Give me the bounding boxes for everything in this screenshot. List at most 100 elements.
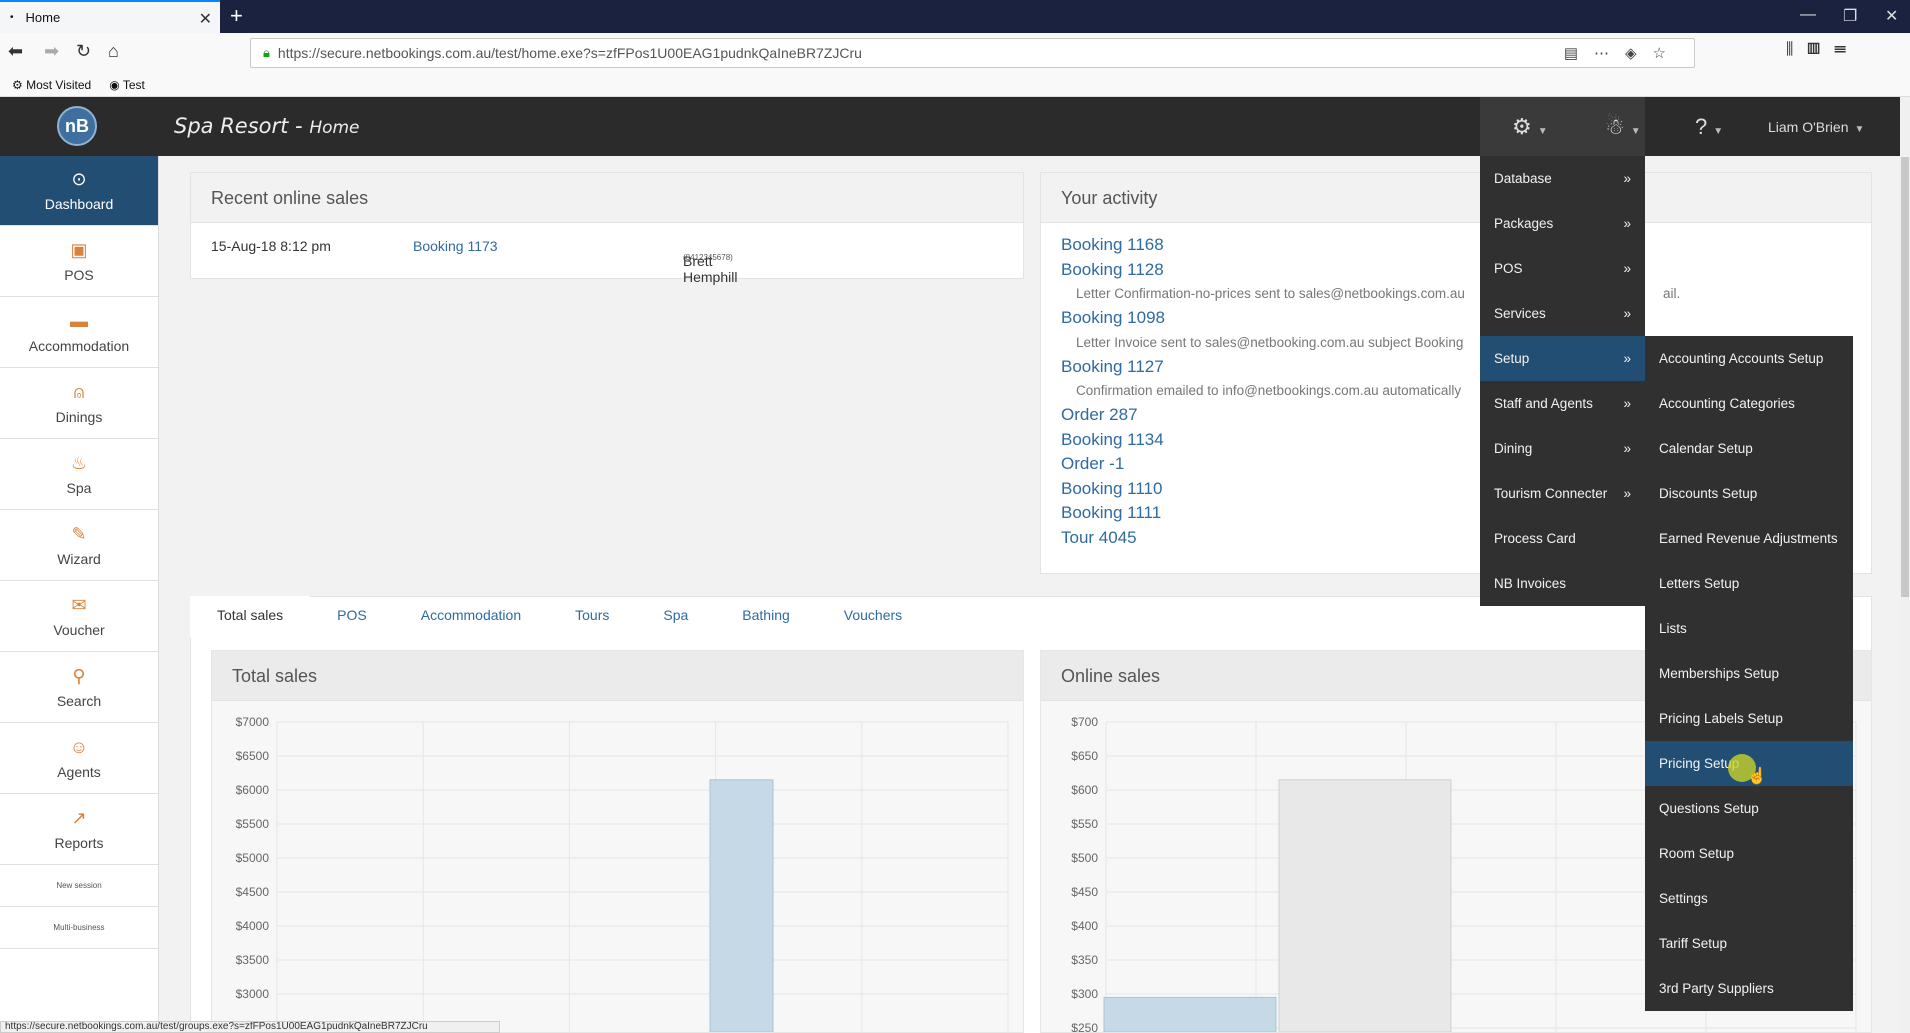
sidebar-item-label: Agents (57, 763, 101, 780)
setup-submenu: Accounting Accounts Setup Accounting Cate… (1645, 336, 1853, 1011)
total-sales-title: Total sales (212, 651, 1023, 701)
menu-item-tourism-connecter[interactable]: Tourism Connecter » (1480, 471, 1645, 516)
y-tick-label: $600 (1071, 783, 1098, 797)
tab-spa[interactable]: Spa (636, 596, 715, 638)
url-bar[interactable]: 🔒︎ https://secure.netbookings.com.au/tes… (250, 38, 1695, 68)
sidebar-item-voucher[interactable]: ✉ Voucher (0, 581, 158, 652)
home-icon[interactable]: ⌂ (108, 41, 119, 62)
y-tick-label: $350 (1071, 953, 1098, 967)
user-agent-icon[interactable]: ☃ ▼ (1605, 114, 1641, 140)
bookmark-most-visited[interactable]: ⚙ Most Visited (12, 78, 91, 92)
scrollbar-thumb[interactable] (1901, 157, 1909, 597)
y-tick-label: $5000 (236, 851, 270, 865)
back-icon[interactable]: ⬅ (8, 41, 23, 62)
user-menu[interactable]: Liam O'Brien ▼ (1768, 119, 1864, 135)
tab-vouchers[interactable]: Vouchers (817, 596, 929, 638)
menu-item-staff-and-agents[interactable]: Staff and Agents » (1480, 381, 1645, 426)
submenu-arrow-icon: » (1623, 486, 1631, 501)
agent-icon: ☺ (69, 736, 89, 757)
submenu-item-tariff-setup[interactable]: Tariff Setup (1645, 921, 1853, 966)
page-scrollbar[interactable] (1900, 97, 1910, 1033)
tab-pos[interactable]: POS (310, 596, 394, 638)
gift-icon: ✉ (71, 594, 87, 615)
submenu-item-3rd-party-suppliers[interactable]: 3rd Party Suppliers (1645, 966, 1853, 1011)
wand-icon: ✎ (71, 523, 87, 544)
sidebar-item-dashboard[interactable]: ⊙ Dashboard (0, 156, 158, 226)
url-bar-actions[interactable]: ▤⋯◈☆ (1564, 44, 1682, 62)
y-tick-label: $6000 (236, 783, 270, 797)
submenu-arrow-icon: » (1623, 306, 1631, 321)
new-session-button[interactable]: New session (0, 865, 158, 907)
menu-item-setup[interactable]: Setup » (1480, 336, 1645, 381)
tab-close-icon[interactable]: ✕ (199, 9, 212, 29)
menu-item-services[interactable]: Services » (1480, 291, 1645, 336)
sidebar-item-wizard[interactable]: ✎ Wizard (0, 510, 158, 581)
y-tick-label: $3500 (236, 953, 270, 967)
submenu-item-discounts-setup[interactable]: Discounts Setup (1645, 471, 1853, 516)
menu-item-nb-invoices[interactable]: NB Invoices (1480, 561, 1645, 606)
y-tick-label: $500 (1071, 851, 1098, 865)
activity-link[interactable]: Booking 1128 (1061, 258, 1871, 283)
y-tick-label: $4500 (236, 885, 270, 899)
bar (1103, 996, 1277, 1033)
menu-item-pos[interactable]: POS » (1480, 246, 1645, 291)
multi-business-button[interactable]: Multi-business (0, 907, 158, 949)
submenu-item-accounting-categories[interactable]: Accounting Categories (1645, 381, 1853, 426)
submenu-item-letters-setup[interactable]: Letters Setup (1645, 561, 1853, 606)
submenu-item-memberships-setup[interactable]: Memberships Setup (1645, 651, 1853, 696)
activity-title: Your activity (1041, 173, 1871, 223)
tab-accommodation[interactable]: Accommodation (394, 596, 548, 638)
netbookings-logo[interactable]: nB (57, 106, 97, 146)
menu-item-process-card[interactable]: Process Card (1480, 516, 1645, 561)
y-tick-label: $450 (1071, 885, 1098, 899)
help-icon[interactable]: ? ▼ (1695, 114, 1723, 140)
menu-item-database[interactable]: Database » (1480, 156, 1645, 201)
menu-item-packages[interactable]: Packages » (1480, 201, 1645, 246)
new-tab-icon[interactable]: + (230, 3, 243, 29)
sidebar-item-agents[interactable]: ☺ Agents (0, 723, 158, 794)
tab-title: Home (25, 10, 61, 25)
pos-icon: ▣ (70, 239, 88, 260)
bar (709, 779, 774, 1033)
y-tick-label: $5500 (236, 817, 270, 831)
menu-item-label: POS (1494, 261, 1523, 276)
lock-icon: 🔒︎ (263, 45, 270, 60)
menu-item-label: NB Invoices (1494, 576, 1567, 591)
close-window-icon[interactable]: ✕ (1885, 6, 1898, 26)
sidebar-item-spa[interactable]: ♨ Spa (0, 439, 158, 510)
browser-toolbar-icons[interactable]: ⫼▥☰ (1786, 41, 1860, 59)
sale-booking-link[interactable]: Booking 1173 (413, 238, 498, 254)
bookmark-test[interactable]: ◉ Test (109, 78, 145, 92)
tab-dot-icon: • (10, 12, 14, 23)
tab-total-sales[interactable]: Total sales (190, 596, 311, 638)
forward-icon[interactable]: ➡ (44, 41, 59, 62)
sidebar-item-dinings[interactable]: ⍝ Dinings (0, 368, 158, 439)
bookmarks-bar: ⚙ Most Visited ◉ Test (0, 73, 1910, 97)
minimize-icon[interactable]: — (1800, 6, 1816, 24)
submenu-item-lists[interactable]: Lists (1645, 606, 1853, 651)
sidebar-item-search[interactable]: ⚲ Search (0, 652, 158, 723)
submenu-item-pricing-labels-setup[interactable]: Pricing Labels Setup (1645, 696, 1853, 741)
menu-item-dining[interactable]: Dining » (1480, 426, 1645, 471)
submenu-item-accounting-accounts-setup[interactable]: Accounting Accounts Setup (1645, 336, 1853, 381)
y-tick-label: $7000 (236, 715, 270, 729)
submenu-item-earned-revenue-adjustments[interactable]: Earned Revenue Adjustments (1645, 516, 1853, 561)
submenu-item-room-setup[interactable]: Room Setup (1645, 831, 1853, 876)
reload-icon[interactable]: ↻ (76, 41, 91, 62)
sidebar-item-pos[interactable]: ▣ POS (0, 226, 158, 297)
sidebar-item-reports[interactable]: ↗ Reports (0, 794, 158, 865)
submenu-item-settings[interactable]: Settings (1645, 876, 1853, 921)
activity-link[interactable]: Booking 1098 (1061, 306, 1871, 331)
dashboard-icon: ⊙ (71, 169, 87, 189)
tab-tours[interactable]: Tours (548, 596, 636, 638)
submenu-item-questions-setup[interactable]: Questions Setup (1645, 786, 1853, 831)
restore-icon[interactable]: ❐ (1843, 6, 1857, 26)
sidebar: ⊙ Dashboard ▣ POS ▬ Accommodation ⍝ Dini… (0, 156, 159, 1033)
submenu-arrow-icon: » (1623, 441, 1631, 456)
activity-link[interactable]: Booking 1168 (1061, 233, 1871, 258)
sidebar-item-accommodation[interactable]: ▬ Accommodation (0, 297, 158, 368)
tab-bathing[interactable]: Bathing (715, 596, 816, 638)
browser-tab-home[interactable]: • Home ✕ (0, 0, 220, 33)
submenu-item-calendar-setup[interactable]: Calendar Setup (1645, 426, 1853, 471)
submenu-arrow-icon: » (1623, 396, 1631, 411)
